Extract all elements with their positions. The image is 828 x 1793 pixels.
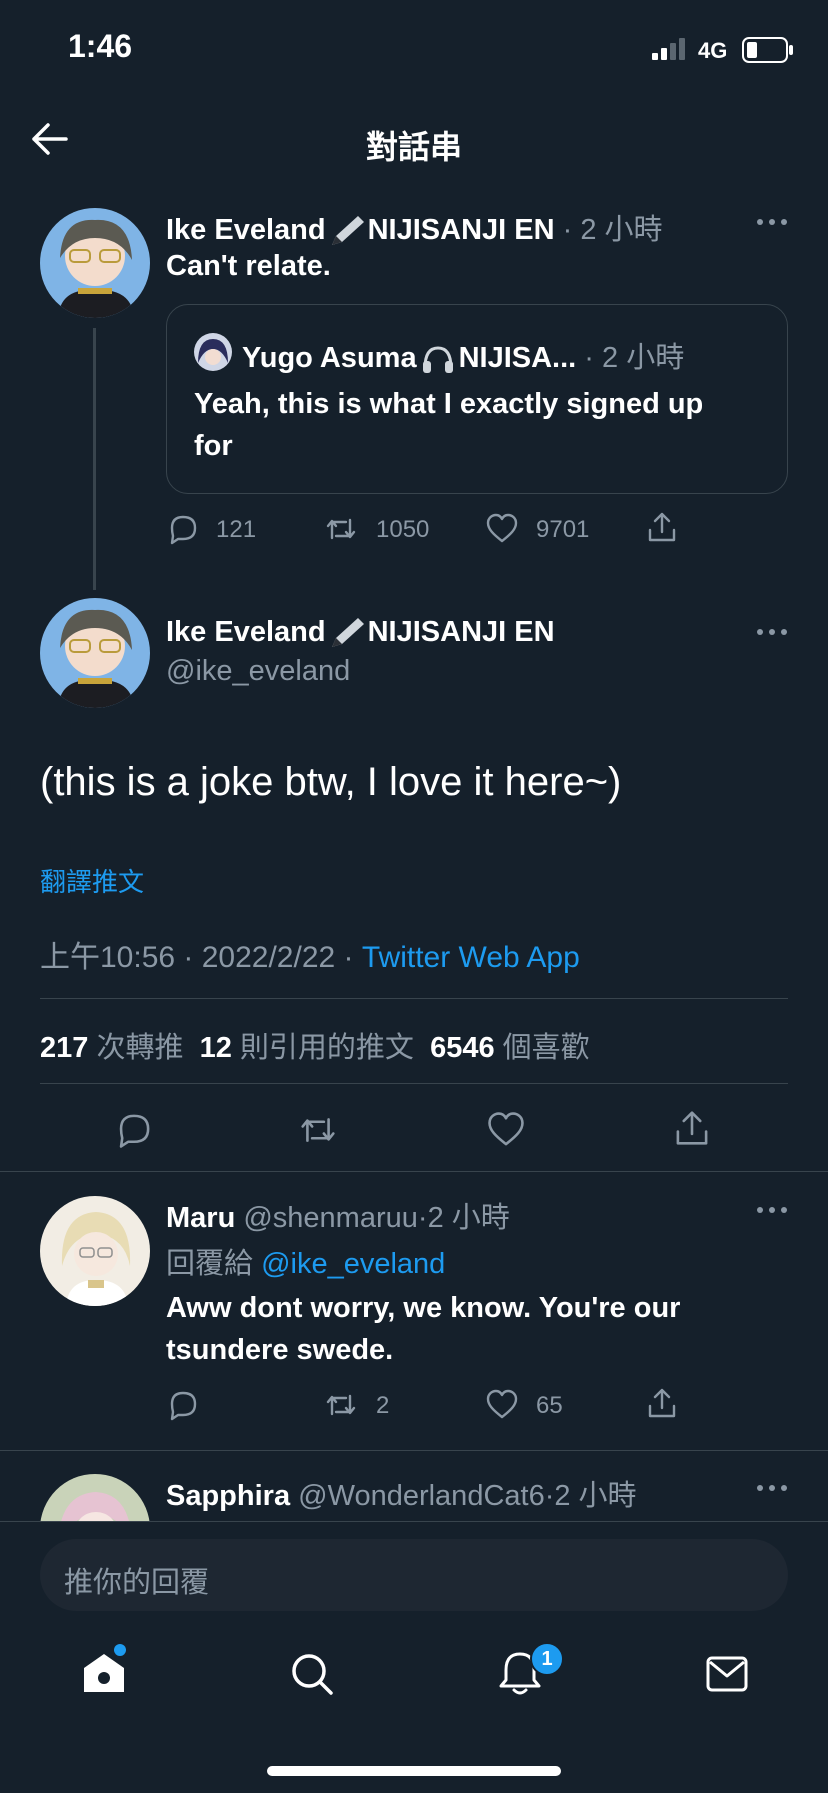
reply1-text-line1: Aww dont worry, we know. You're our [166,1292,681,1324]
retweet-icon[interactable] [324,512,358,546]
tweet1-time: 2 小時 [580,214,663,246]
reply2-handle: @WonderlandCat6 [298,1480,545,1512]
reply1-share-icon[interactable] [645,1386,679,1420]
main-author-suffix: NIJISANJI EN [367,616,555,648]
tweet1-more-icon[interactable] [752,212,792,232]
divider [0,1450,828,1451]
reply1-more-icon[interactable] [752,1200,792,1220]
main-retweet-icon[interactable] [298,1110,338,1150]
tweet1-text: Can't relate. [166,250,331,282]
translate-link[interactable]: 翻譯推文 [40,862,144,899]
thread-line [93,328,96,590]
reply1-time: 2 小時 [427,1202,510,1234]
quotes-count: 12 [199,1032,232,1064]
main-like-icon[interactable] [486,1110,526,1150]
quote-sep: · [584,342,594,374]
divider [40,998,788,999]
likes-label: 個喜歡 [502,1032,590,1064]
main-tweet-text: (this is a joke btw, I love it here~) [40,760,622,804]
timestamp-line: 上午10:56 · 2022/2/22 · Twitter Web App [40,932,580,976]
reply-to-label: 回覆給 [166,1248,254,1280]
reply1-text-line2: tsundere swede. [166,1334,394,1366]
reply1-author: Maru [166,1202,236,1234]
signal-icon [652,38,688,60]
avatar-ike[interactable] [40,208,150,318]
main-more-icon[interactable] [752,622,792,642]
reply2-header[interactable]: Sapphira @WonderlandCat6·2 小時 [166,1472,637,1514]
reply1-sep: · [417,1202,428,1234]
tweet1-author-suffix: NIJISANJI EN [367,214,555,246]
divider [40,1083,788,1084]
source-link[interactable]: Twitter Web App [362,941,580,974]
likes-stat[interactable]: 6546 個喜歡 [430,1032,590,1064]
quote-text-line2: for [194,430,233,462]
reply1-like-count: 65 [536,1392,563,1419]
reply1-reply-to: 回覆給 @ike_eveland [166,1240,445,1282]
page-title: 對話串 [365,129,462,165]
headphones-icon [421,344,455,374]
retweets-count: 217 [40,1032,89,1064]
reply-to-link[interactable]: @ike_eveland [261,1248,445,1280]
like-icon[interactable] [485,512,519,546]
home-indicator [267,1766,561,1776]
pen-icon [328,616,366,650]
home-icon[interactable] [80,1650,128,1694]
reply1-like-icon[interactable] [485,1388,519,1422]
notification-badge: 1 [530,1642,564,1676]
tweet1-author[interactable]: Ike Eveland NIJISANJI EN · 2 小時 [166,206,663,248]
timestamp: 上午10:56 · 2022/2/22 · [40,941,354,974]
quote-author: Yugo Asuma NIJISA... · 2 小時 [242,334,684,376]
tweet1-author-name: Ike Eveland [166,214,326,246]
retweets-label: 次轉推 [96,1032,184,1064]
reply2-time: 2 小時 [554,1480,637,1512]
main-reply-icon[interactable] [114,1110,154,1150]
reply2-sep: · [544,1480,555,1512]
likes-count: 6546 [430,1032,495,1064]
main-author[interactable]: Ike Eveland NIJISANJI EN [166,616,555,650]
tweet1-sep: · [562,214,573,246]
retweets-stat[interactable]: 217 次轉推 [40,1032,183,1064]
tweet1-like-count: 9701 [536,516,590,543]
reply1-handle: @shenmaruu [243,1202,418,1234]
quote-text-line1: Yeah, this is what I exactly signed up [194,388,704,420]
reply1-header[interactable]: Maru @shenmaruu·2 小時 [166,1194,510,1236]
network-label: 4G [698,38,728,63]
reply-icon[interactable] [166,512,200,546]
quote-time: 2 小時 [602,342,685,374]
tweet1-reply-count: 121 [216,516,257,543]
reply2-author: Sapphira [166,1480,291,1512]
quote-author-name: Yugo Asuma [242,342,417,374]
quotes-stat[interactable]: 12 則引用的推文 [200,1032,414,1064]
home-unread-dot [114,1644,126,1656]
quotes-label: 則引用的推文 [239,1032,414,1064]
reply2-more-icon[interactable] [752,1478,792,1498]
main-handle[interactable]: @ike_eveland [166,655,350,688]
pen-icon [328,214,366,248]
messages-icon[interactable] [706,1656,748,1692]
engagement-stats: 217 次轉推 12 則引用的推文 6546 個喜歡 [40,1024,590,1066]
reply1-retweet-count: 2 [376,1392,390,1419]
reply1-retweet-icon[interactable] [324,1388,358,1422]
reply-composer-placeholder: 推你的回覆 [64,1567,210,1599]
avatar-maru[interactable] [40,1196,150,1306]
main-author-name: Ike Eveland [166,616,326,648]
search-icon[interactable] [290,1652,334,1696]
avatar-yugo [194,333,232,371]
divider [0,1171,828,1172]
main-share-icon[interactable] [672,1108,712,1148]
quote-author-suffix: NIJISA... [458,342,577,374]
status-time: 1:46 [68,28,133,64]
reply1-reply-icon[interactable] [166,1388,200,1422]
share-icon[interactable] [645,510,679,544]
avatar-ike-main[interactable] [40,598,150,708]
battery-icon [742,37,794,63]
tweet1-retweet-count: 1050 [376,516,430,543]
